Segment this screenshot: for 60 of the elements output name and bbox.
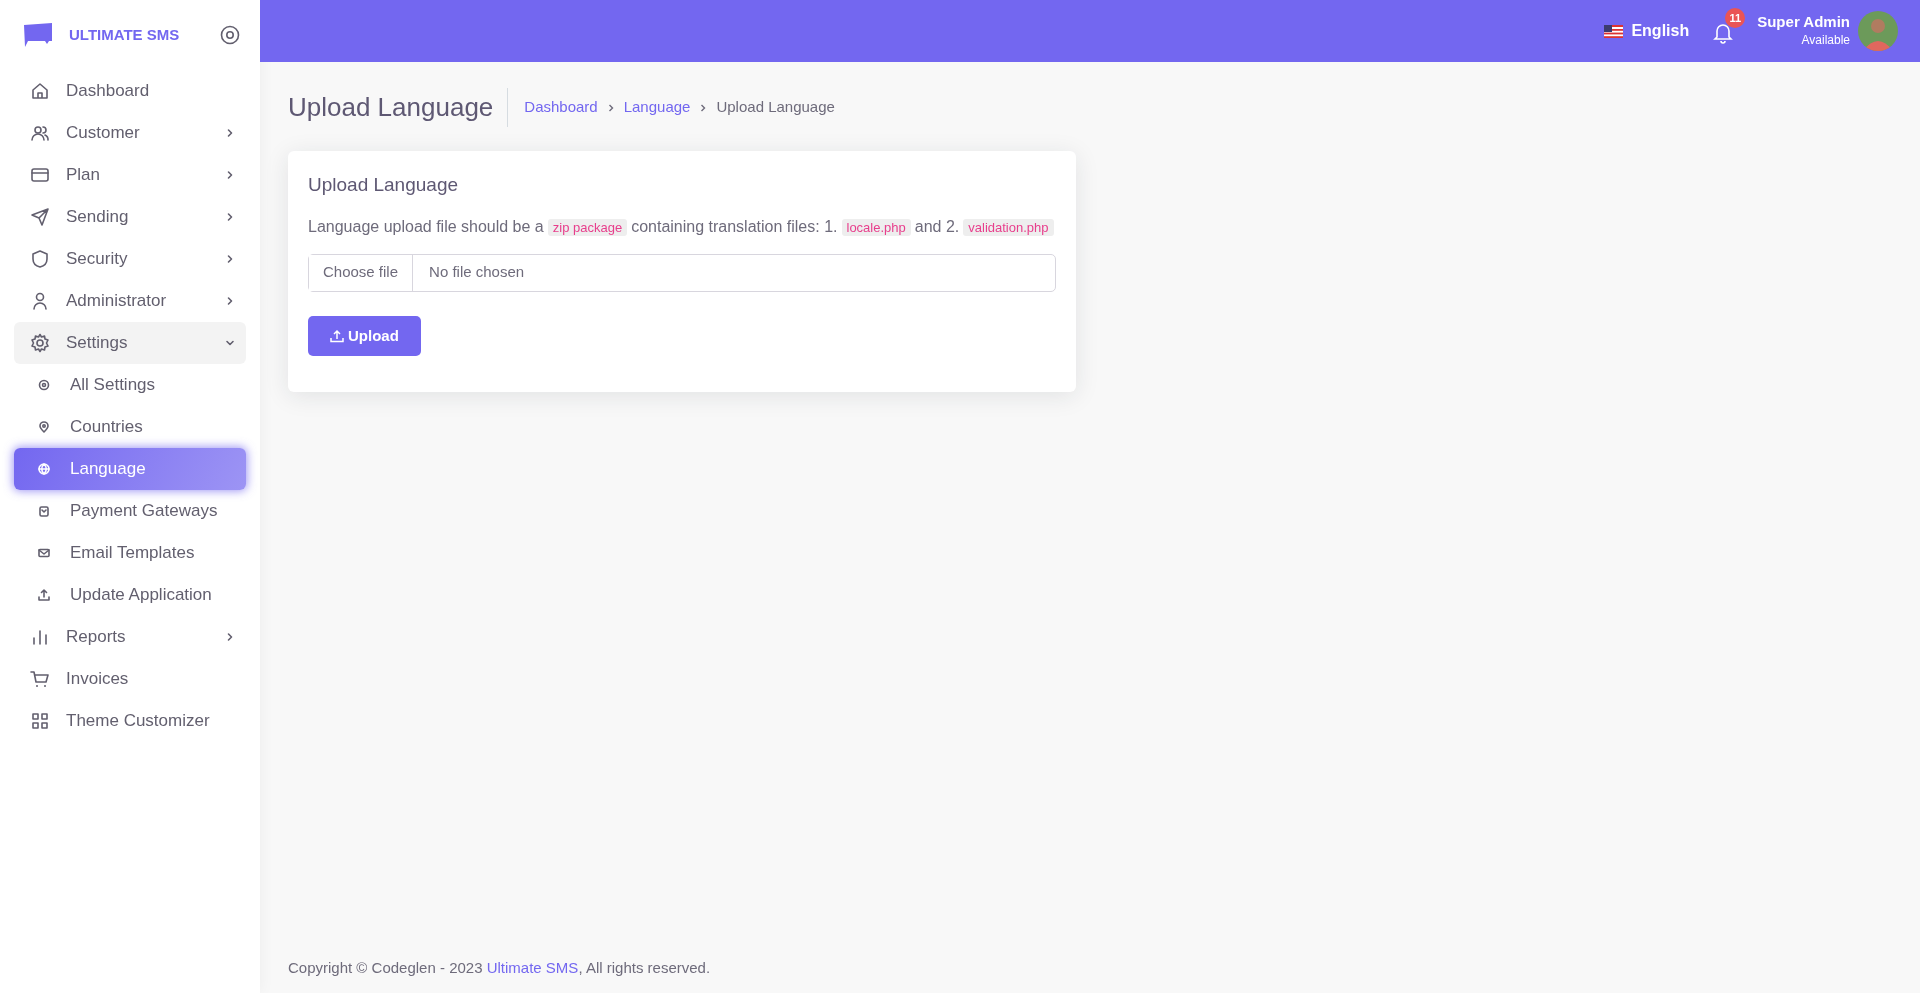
upload-icon <box>330 328 344 343</box>
upload-button[interactable]: Upload <box>308 315 421 356</box>
breadcrumb-link[interactable]: Dashboard <box>524 96 598 119</box>
menu-item[interactable]: Security <box>14 238 246 280</box>
menu-item[interactable]: Customer <box>14 112 246 154</box>
menu-item[interactable]: Plan <box>14 154 246 196</box>
submenu-item[interactable]: All Settings <box>14 364 246 406</box>
gear-icon <box>38 379 50 391</box>
bag-icon <box>38 505 50 517</box>
shield-icon <box>30 249 50 269</box>
bar-chart-icon <box>30 627 50 647</box>
menu-item[interactable]: Settings <box>14 322 246 364</box>
menu-item[interactable]: Reports <box>14 616 246 658</box>
file-status: No file chosen <box>428 262 526 283</box>
rights-text: , All rights reserved. <box>578 958 711 976</box>
inline-code: locale.php <box>841 218 911 236</box>
breadcrumb-link[interactable]: Language <box>623 96 691 119</box>
card-title: Upload Language <box>308 173 460 197</box>
footer-link[interactable]: Ultimate SMS <box>486 958 579 976</box>
cart-icon <box>30 669 50 689</box>
globe-icon <box>38 463 50 475</box>
flag-icon <box>1604 24 1624 38</box>
submenu-item[interactable]: Countries <box>14 406 246 448</box>
copyright-text: Copyright © Codeglen - 2023 <box>288 958 483 976</box>
inline-code: validation.php <box>963 218 1054 236</box>
description-text: Language upload file should be a <box>308 217 544 235</box>
users-icon <box>30 123 50 143</box>
description-text: containing translation files: 1. <box>631 217 838 235</box>
notification-count: 11 <box>1725 8 1746 28</box>
send-icon <box>30 207 50 227</box>
inline-code: zip package <box>547 218 628 236</box>
language-selector[interactable]: English <box>1604 19 1690 43</box>
credit-card-icon <box>30 165 50 185</box>
user-status: Available <box>1800 32 1850 49</box>
mail-icon <box>38 547 50 559</box>
toggle-icon[interactable] <box>220 25 240 45</box>
menu-item[interactable]: Dashboard <box>14 70 246 112</box>
page-title: Upload Language <box>288 88 509 127</box>
menu-item[interactable]: Administrator <box>14 280 246 322</box>
breadcrumb-current: Upload Language <box>716 97 835 118</box>
choose-file-button[interactable]: Choose file <box>309 254 414 291</box>
grid-icon <box>30 711 50 731</box>
file-input[interactable]: Choose file No file chosen <box>308 253 1056 292</box>
menu-item[interactable]: Theme Customizer <box>14 700 246 742</box>
user-icon <box>30 291 50 311</box>
bell-icon[interactable] <box>1713 21 1734 44</box>
upload-icon <box>38 589 50 601</box>
menu-item[interactable]: Invoices <box>14 658 246 700</box>
submenu-item[interactable]: Email Templates <box>14 532 246 574</box>
settings-icon <box>30 333 50 353</box>
menu-item[interactable]: Sending <box>14 196 246 238</box>
brand-name: ULTIMATE SMS <box>69 24 181 45</box>
user-name: Super Admin <box>1757 13 1850 31</box>
submenu-item[interactable]: Language <box>14 448 246 490</box>
map-pin-icon <box>38 421 50 433</box>
logo-icon <box>23 22 53 48</box>
description-text: and 2. <box>914 217 960 235</box>
home-icon <box>30 81 50 101</box>
submenu-item[interactable]: Payment Gateways <box>14 490 246 532</box>
submenu-item[interactable]: Update Application <box>14 574 246 616</box>
